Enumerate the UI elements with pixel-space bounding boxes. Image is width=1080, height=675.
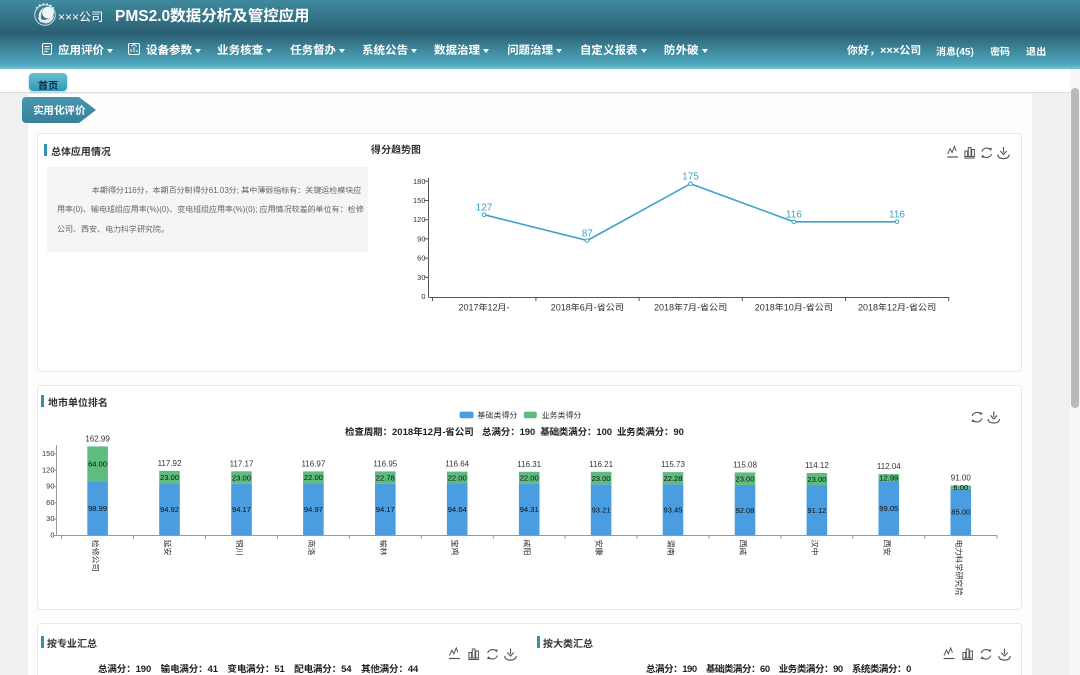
svg-text:延安: 延安 (163, 540, 172, 556)
svg-text:94.17: 94.17 (376, 505, 395, 514)
svg-text:92.08: 92.08 (735, 506, 754, 515)
svg-text:2018年6月-省公司: 2018年6月-省公司 (551, 303, 624, 313)
svg-text:116.64: 116.64 (445, 460, 469, 469)
svg-text:0: 0 (421, 292, 425, 301)
svg-text:98.99: 98.99 (88, 504, 107, 513)
svg-text:12.99: 12.99 (879, 473, 898, 482)
svg-text:94.64: 94.64 (448, 505, 467, 514)
svg-text:榆林: 榆林 (378, 540, 388, 556)
svg-text:180: 180 (413, 177, 426, 186)
svg-text:西安: 西安 (882, 540, 891, 556)
svg-text:基础类得分: 基础类得分 (478, 411, 518, 420)
svg-text:120: 120 (413, 215, 426, 224)
svg-text:宝鸡: 宝鸡 (450, 540, 459, 556)
svg-text:23.00: 23.00 (232, 473, 251, 482)
svg-text:渭南: 渭南 (666, 540, 675, 556)
svg-text:电力科学研究院: 电力科学研究院 (954, 540, 963, 596)
svg-text:99.05: 99.05 (879, 504, 898, 513)
svg-text:94.31: 94.31 (520, 505, 539, 514)
svg-text:23.00: 23.00 (807, 475, 826, 484)
svg-text:94.92: 94.92 (160, 505, 179, 514)
svg-text:6.00: 6.00 (953, 483, 968, 492)
svg-text:22.00: 22.00 (520, 474, 539, 483)
svg-text:业务类得分: 业务类得分 (542, 411, 582, 420)
svg-text:检修公司: 检修公司 (91, 540, 101, 572)
svg-text:114.12: 114.12 (805, 461, 829, 470)
svg-text:94.17: 94.17 (232, 505, 251, 514)
svg-text:2018年12月-省公司: 2018年12月-省公司 (858, 303, 936, 313)
svg-text:咸阳: 咸阳 (522, 540, 531, 556)
svg-text:116: 116 (786, 210, 802, 221)
svg-text:116.21: 116.21 (589, 460, 613, 469)
svg-text:22.00: 22.00 (448, 473, 467, 482)
svg-text:115.08: 115.08 (733, 460, 757, 469)
svg-text:112.04: 112.04 (877, 462, 901, 471)
svg-text:93.45: 93.45 (663, 505, 682, 514)
svg-text:162.99: 162.99 (85, 434, 110, 443)
svg-text:23.00: 23.00 (160, 473, 179, 482)
svg-text:116: 116 (889, 210, 905, 221)
svg-text:117.92: 117.92 (158, 459, 182, 468)
svg-text:23.00: 23.00 (592, 474, 611, 483)
svg-text:西咸: 西咸 (738, 540, 747, 556)
svg-text:93.21: 93.21 (592, 506, 611, 515)
svg-text:22.00: 22.00 (304, 473, 323, 482)
svg-text:116.31: 116.31 (517, 460, 541, 469)
svg-text:150: 150 (413, 196, 426, 205)
svg-text:2017年12月-: 2017年12月- (458, 303, 509, 313)
svg-text:安康: 安康 (594, 540, 603, 556)
svg-text:116.97: 116.97 (301, 459, 325, 468)
svg-text:175: 175 (682, 172, 699, 183)
svg-text:汉中: 汉中 (810, 540, 819, 556)
svg-text:商洛: 商洛 (306, 540, 315, 556)
svg-text:91.00: 91.00 (951, 474, 972, 483)
svg-text:127: 127 (476, 203, 493, 214)
svg-text:2018年7月-省公司: 2018年7月-省公司 (654, 303, 727, 313)
svg-text:91.12: 91.12 (807, 506, 826, 515)
svg-text:85.00: 85.00 (951, 508, 970, 517)
svg-text:23.00: 23.00 (735, 475, 754, 484)
svg-text:铜川: 铜川 (235, 540, 244, 556)
svg-text:22.28: 22.28 (663, 474, 682, 483)
svg-text:115.73: 115.73 (661, 460, 685, 469)
svg-text:22.78: 22.78 (376, 473, 395, 482)
svg-text:94.97: 94.97 (304, 505, 323, 514)
svg-text:2018年10月-省公司: 2018年10月-省公司 (755, 303, 833, 313)
svg-text:117.17: 117.17 (230, 459, 254, 468)
svg-text:64.00: 64.00 (88, 460, 107, 469)
svg-text:116.95: 116.95 (373, 459, 397, 468)
